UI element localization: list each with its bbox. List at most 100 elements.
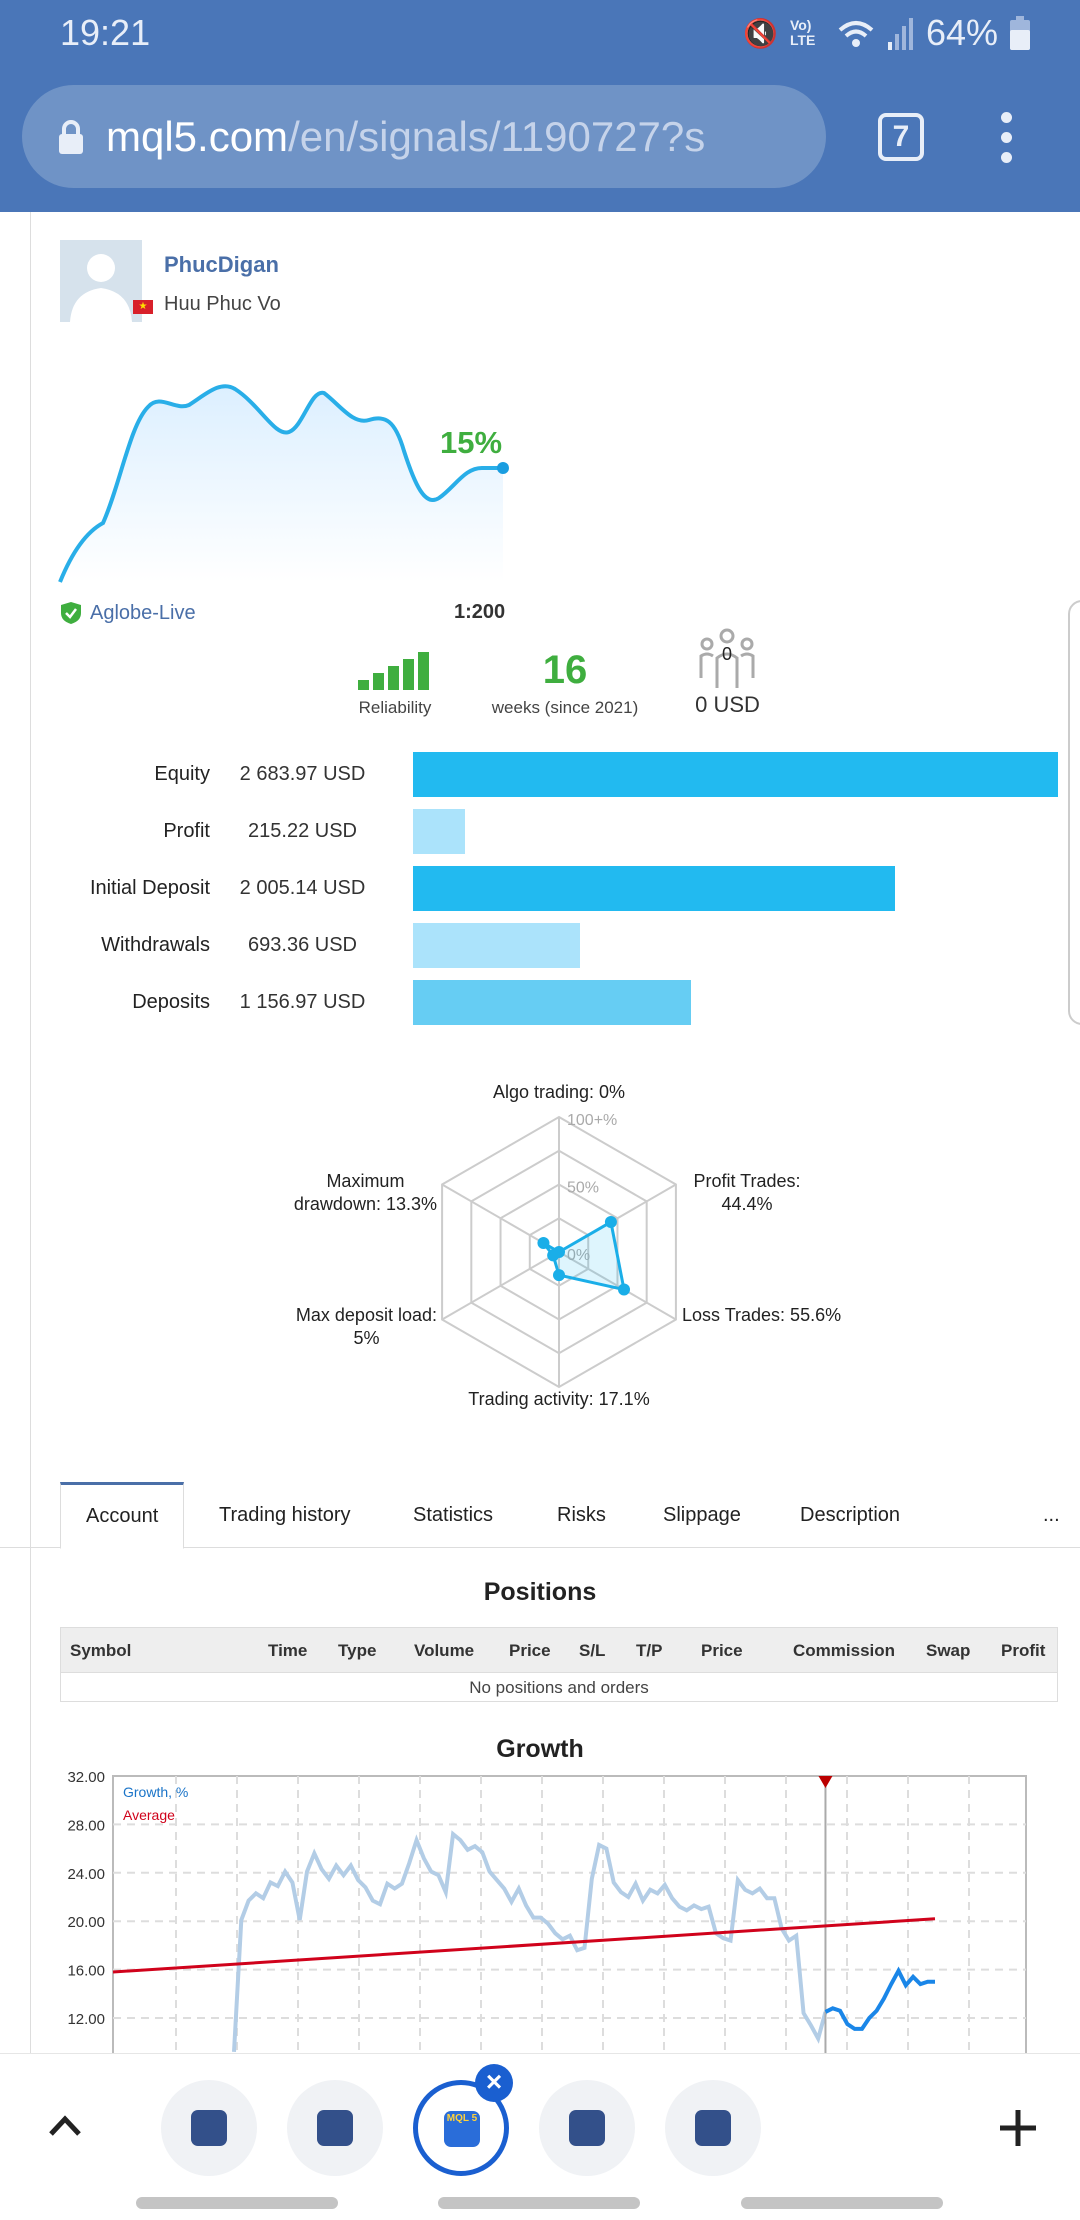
username-link[interactable]: PhucDigan bbox=[164, 252, 279, 278]
balance-label: Profit bbox=[163, 820, 210, 842]
browser-menu-button[interactable] bbox=[996, 112, 1016, 172]
y-tick-label: 28.00 bbox=[67, 1817, 105, 1834]
column-header[interactable]: Volume bbox=[414, 1641, 474, 1661]
radar-scale-label: 50% bbox=[567, 1180, 599, 1197]
url-host: mql5.com bbox=[106, 112, 289, 160]
radar-axis-name: Maximum bbox=[326, 1171, 405, 1191]
tab-switcher-button[interactable]: 7 bbox=[878, 113, 924, 161]
balance-value: 215.22 USD bbox=[248, 820, 357, 842]
column-header[interactable]: T/P bbox=[636, 1641, 662, 1661]
tab-description[interactable]: Description bbox=[800, 1482, 900, 1548]
new-tab-plus-icon[interactable] bbox=[998, 2108, 1038, 2148]
user-silhouette-icon bbox=[70, 254, 132, 322]
tab-more[interactable]: ... bbox=[1043, 1482, 1060, 1548]
legend-average: Average bbox=[123, 1807, 175, 1823]
radar-axis-name: Loss Trades: 55.6% bbox=[682, 1305, 842, 1325]
signal-tabs: Account Trading history Statistics Risks Sli… bbox=[0, 1482, 1080, 1549]
tab-trading-history[interactable]: Trading history bbox=[219, 1482, 351, 1548]
browser-top-bar: 19:21 🔇 Vo) LTE 64% mql5.com/en/signals/… bbox=[0, 0, 1080, 212]
open-tab-button[interactable] bbox=[161, 2080, 257, 2176]
wifi-icon bbox=[838, 21, 874, 47]
broker-link[interactable]: Aglobe-Live bbox=[60, 601, 196, 625]
radar-ring bbox=[441, 1115, 677, 1389]
growth-recent-line bbox=[824, 1966, 935, 2031]
close-tab-icon[interactable]: × bbox=[475, 2064, 513, 2102]
column-header[interactable]: Time bbox=[268, 1641, 307, 1661]
column-header[interactable]: S/L bbox=[579, 1641, 605, 1661]
y-tick-label: 20.00 bbox=[67, 1914, 105, 1931]
subscribers-funds: 0 USD bbox=[695, 692, 760, 717]
column-header[interactable]: Symbol bbox=[70, 1641, 131, 1661]
column-header[interactable]: Swap bbox=[926, 1641, 970, 1661]
column-header[interactable]: Commission bbox=[793, 1641, 895, 1661]
radar-ring bbox=[499, 1183, 619, 1321]
open-tab-button[interactable] bbox=[539, 2080, 635, 2176]
radar-spoke bbox=[441, 1183, 560, 1253]
radar-axis-name: Trading activity: 17.1% bbox=[468, 1389, 650, 1409]
broker-name: Aglobe-Live bbox=[90, 601, 196, 624]
positions-table: Symbol Time Type Volume Price S/L T/P Price Comm… bbox=[60, 1627, 1058, 1702]
column-header[interactable]: Price bbox=[701, 1641, 743, 1661]
radar-axis-label: Trading activity: 17.1% bbox=[359, 1388, 759, 1411]
open-tab-button[interactable] bbox=[665, 2080, 761, 2176]
radar-spoke bbox=[558, 1251, 677, 1321]
radar-value-area bbox=[542, 1219, 626, 1292]
growth-chart: 32.00 28.00 24.00 20.00 16.00 12.00 Growth, % A… bbox=[67, 1769, 1027, 2053]
radar-axis-value: 5% bbox=[353, 1328, 380, 1348]
y-tick-label: 24.00 bbox=[67, 1866, 105, 1883]
radar-axis-name: Max deposit load: bbox=[295, 1305, 437, 1325]
radar-point bbox=[618, 1283, 631, 1296]
signal-icon bbox=[887, 18, 913, 50]
avatar[interactable] bbox=[60, 240, 142, 322]
positions-title: Positions bbox=[483, 1578, 597, 1606]
sparkline-end-dot bbox=[497, 462, 509, 474]
battery-icon bbox=[1010, 16, 1030, 50]
reliability-bars-icon bbox=[358, 652, 429, 690]
column-header[interactable]: Profit bbox=[1001, 1641, 1045, 1661]
balance-bar bbox=[413, 980, 692, 1025]
column-header[interactable]: Type bbox=[338, 1641, 376, 1661]
mute-icon: 🔇 bbox=[743, 17, 778, 49]
nav-handle bbox=[438, 2197, 640, 2209]
tab-risks[interactable]: Risks bbox=[557, 1482, 606, 1548]
column-header[interactable]: Price bbox=[509, 1641, 551, 1661]
tab-slippage[interactable]: Slippage bbox=[663, 1482, 741, 1548]
reliability-label: Reliability bbox=[358, 698, 432, 717]
balance-label: Initial Deposit bbox=[89, 877, 210, 899]
chevron-up-icon[interactable] bbox=[48, 2114, 82, 2138]
status-time: 19:21 bbox=[60, 12, 151, 53]
y-tick-label: 32.00 bbox=[67, 1769, 105, 1786]
positions-empty-message: No positions and orders bbox=[469, 1678, 649, 1697]
balance-row: Equity 2 683.97 USD bbox=[0, 752, 1080, 797]
radar-axis-value: 44.4% bbox=[721, 1194, 773, 1214]
positions-table-header: Symbol Time Type Volume Price S/L T/P Price Comm… bbox=[61, 1628, 1057, 1673]
radar-scale-label: 100+% bbox=[567, 1112, 617, 1129]
tab-strip-bar: MQL 5 × bbox=[0, 2053, 1080, 2220]
balance-bar bbox=[413, 923, 580, 968]
status-icons: 🔇 Vo) LTE 64% bbox=[743, 12, 1030, 54]
radar-scale-label: 0% bbox=[567, 1247, 590, 1264]
tab-statistics[interactable]: Statistics bbox=[413, 1482, 493, 1548]
site-favicon-icon bbox=[569, 2110, 605, 2146]
tab-account[interactable]: Account bbox=[60, 1482, 185, 1549]
radar-axis-label: Loss Trades: 55.6% bbox=[682, 1304, 841, 1327]
subscribers-count: 0 bbox=[721, 644, 732, 664]
site-favicon-icon bbox=[191, 2110, 227, 2146]
balance-label: Equity bbox=[154, 763, 210, 785]
sparkline-area bbox=[60, 386, 503, 582]
menu-dot-icon bbox=[1000, 152, 1012, 163]
open-tab-button[interactable] bbox=[287, 2080, 383, 2176]
address-bar[interactable]: mql5.com/en/signals/1190727?s bbox=[22, 85, 826, 188]
radar-chart: 100+% 50% 0% bbox=[441, 1112, 677, 1389]
radar-axis-label: Maximum drawdown: 13.3% bbox=[294, 1170, 437, 1216]
balance-value: 693.36 USD bbox=[248, 934, 357, 956]
balance-row: Profit 215.22 USD bbox=[0, 809, 1080, 854]
radar-point bbox=[553, 1269, 565, 1282]
radar-axis-label: Algo trading: 0% bbox=[359, 1081, 759, 1104]
radar-point bbox=[553, 1246, 565, 1258]
plot-border bbox=[112, 1775, 1027, 2053]
real-name: Huu Phuc Vo bbox=[164, 293, 281, 315]
balance-bar bbox=[413, 752, 1058, 797]
volte-icon: Vo) LTE bbox=[789, 17, 816, 48]
nav-handle bbox=[136, 2197, 338, 2209]
